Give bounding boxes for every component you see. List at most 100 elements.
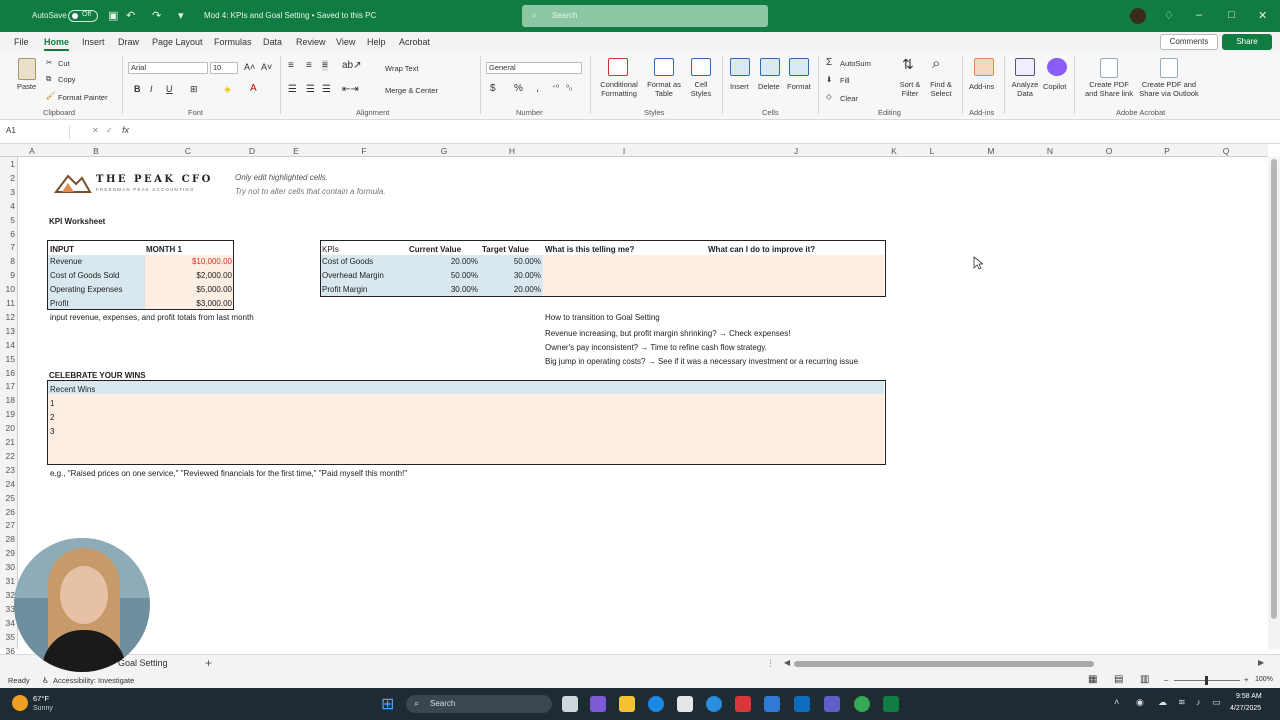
addins-button[interactable]: Add-ins <box>969 82 994 91</box>
sort-filter-icon[interactable]: ⇅ <box>902 56 914 73</box>
shrink-font-icon[interactable]: A˅ <box>261 62 272 72</box>
row-header[interactable]: 9 <box>0 270 15 280</box>
borders-icon[interactable]: ⊞ <box>190 84 198 95</box>
delete-button[interactable]: Delete <box>758 82 780 91</box>
clock-date[interactable]: 4/27/2025 <box>1230 705 1261 712</box>
font-color-icon[interactable]: A <box>250 83 257 94</box>
row-header[interactable]: 26 <box>0 507 15 517</box>
cut-icon[interactable]: ✂ <box>46 58 52 67</box>
row-header[interactable]: 2 <box>0 173 15 183</box>
normal-view-icon[interactable]: ▦ <box>1088 674 1097 685</box>
autosum-icon[interactable]: Σ <box>826 57 832 68</box>
align-middle-icon[interactable]: ≡ <box>306 60 312 71</box>
kpi-target-value[interactable]: 30.00% <box>480 271 541 280</box>
column-header[interactable]: E <box>293 146 299 156</box>
calendar-icon[interactable] <box>764 696 780 712</box>
input-value-opex[interactable]: $5,000.00 <box>146 285 232 294</box>
row-header[interactable]: 18 <box>0 395 15 405</box>
copilot-icon[interactable] <box>1047 58 1067 76</box>
row-header[interactable]: 27 <box>0 520 15 530</box>
copy-icon[interactable]: ⧉ <box>46 74 51 84</box>
delete-cells-icon[interactable] <box>760 58 780 76</box>
zoom-out-icon[interactable]: – <box>1164 675 1168 684</box>
row-header[interactable]: 5 <box>0 215 15 225</box>
row-header[interactable]: 31 <box>0 576 15 586</box>
kpi-target-value[interactable]: 50.00% <box>480 257 541 266</box>
clear-icon[interactable]: ◇ <box>826 92 832 101</box>
merge-center-button[interactable]: Merge & Center <box>385 86 438 95</box>
cut-button[interactable]: Cut <box>58 59 70 68</box>
row-header[interactable]: 24 <box>0 479 15 489</box>
row-header[interactable]: 8 <box>0 256 15 266</box>
tab-data[interactable]: Data <box>263 37 282 47</box>
row-header[interactable]: 34 <box>0 618 15 628</box>
row-header[interactable]: 20 <box>0 423 15 433</box>
format-as-table-button[interactable]: Format as Table <box>644 80 684 98</box>
copilot-app-icon[interactable] <box>590 696 606 712</box>
win-item[interactable]: 3 <box>50 427 54 436</box>
format-painter-icon[interactable]: 🖌 <box>46 91 56 100</box>
outlook-icon[interactable] <box>794 696 810 712</box>
share-button[interactable]: Share <box>1222 34 1272 50</box>
win-item[interactable]: 1 <box>50 399 54 408</box>
windows-start-icon[interactable]: ⊞ <box>381 694 394 714</box>
zoom-level[interactable]: 100% <box>1255 676 1273 683</box>
column-header[interactable]: H <box>509 146 515 156</box>
number-format-select[interactable]: General <box>486 62 582 74</box>
minimize-icon[interactable]: – <box>1196 9 1202 21</box>
currency-icon[interactable]: $ <box>490 83 496 94</box>
column-header[interactable]: M <box>987 146 994 156</box>
decrease-decimal-icon[interactable]: ⁰₀ <box>566 83 572 92</box>
tab-view[interactable]: View <box>336 37 355 47</box>
orientation-icon[interactable]: ab↗ <box>342 60 362 71</box>
taskbar-search[interactable]: ⌕ Search <box>406 695 552 713</box>
row-header[interactable]: 32 <box>0 590 15 600</box>
row-header[interactable]: 3 <box>0 187 15 197</box>
confirm-entry-icon[interactable]: ✓ <box>106 126 113 135</box>
column-header[interactable]: K <box>891 146 897 156</box>
create-pdf-link-button[interactable]: Create PDF and Share link <box>1082 80 1136 98</box>
tab-help[interactable]: Help <box>367 37 386 47</box>
wrap-text-button[interactable]: Wrap Text <box>385 64 419 73</box>
kpi-target-value[interactable]: 20.00% <box>480 285 541 294</box>
accessibility-status[interactable]: Accessibility: Investigate <box>53 676 134 685</box>
align-center-icon[interactable]: ☰ <box>306 84 315 95</box>
column-header[interactable]: L <box>930 146 935 156</box>
format-as-table-icon[interactable] <box>654 58 674 76</box>
conditional-formatting-button[interactable]: Conditional Formatting <box>598 80 640 98</box>
fill-button[interactable]: Fill <box>840 76 850 85</box>
battery-icon[interactable]: ▭ <box>1212 697 1221 708</box>
row-header[interactable]: 23 <box>0 465 15 475</box>
tab-splitter-icon[interactable]: ⋮ <box>766 658 775 669</box>
column-header[interactable]: G <box>441 146 448 156</box>
find-select-icon[interactable]: ⌕ <box>932 55 940 72</box>
cloud-icon[interactable]: ☁ <box>1158 697 1167 708</box>
tab-page-layout[interactable]: Page Layout <box>152 37 203 47</box>
column-header[interactable]: F <box>361 146 366 156</box>
close-icon[interactable]: ✕ <box>1258 9 1267 22</box>
row-header[interactable]: 16 <box>0 368 15 378</box>
row-header[interactable]: 22 <box>0 451 15 461</box>
cell-styles-button[interactable]: Cell Styles <box>684 80 718 98</box>
indent-icon[interactable]: ⇤⇥ <box>342 84 359 95</box>
italic-icon[interactable]: I <box>150 84 153 94</box>
underline-icon[interactable]: U <box>166 84 173 94</box>
row-header[interactable]: 35 <box>0 632 15 642</box>
scroll-right-icon[interactable]: ▶ <box>1258 658 1264 667</box>
row-header[interactable]: 14 <box>0 340 15 350</box>
tab-file[interactable]: File <box>14 37 29 47</box>
formula-input[interactable] <box>146 123 1266 140</box>
row-header[interactable]: 30 <box>0 562 15 572</box>
align-bottom-icon[interactable]: ≡ <box>322 60 328 71</box>
paste-button[interactable]: Paste <box>17 82 36 91</box>
row-header[interactable]: 11 <box>0 298 15 308</box>
font-name-select[interactable]: Arial <box>128 62 208 74</box>
row-header[interactable]: 1 <box>0 159 15 169</box>
paste-icon[interactable] <box>18 58 36 80</box>
user-avatar[interactable] <box>1130 8 1146 24</box>
copilot-button[interactable]: Copilot <box>1043 82 1066 91</box>
tray-chevron-icon[interactable]: ˄ <box>1114 697 1119 707</box>
column-header[interactable]: P <box>1164 146 1170 156</box>
tab-formulas[interactable]: Formulas <box>214 37 252 47</box>
add-sheet-icon[interactable]: + <box>205 656 212 670</box>
